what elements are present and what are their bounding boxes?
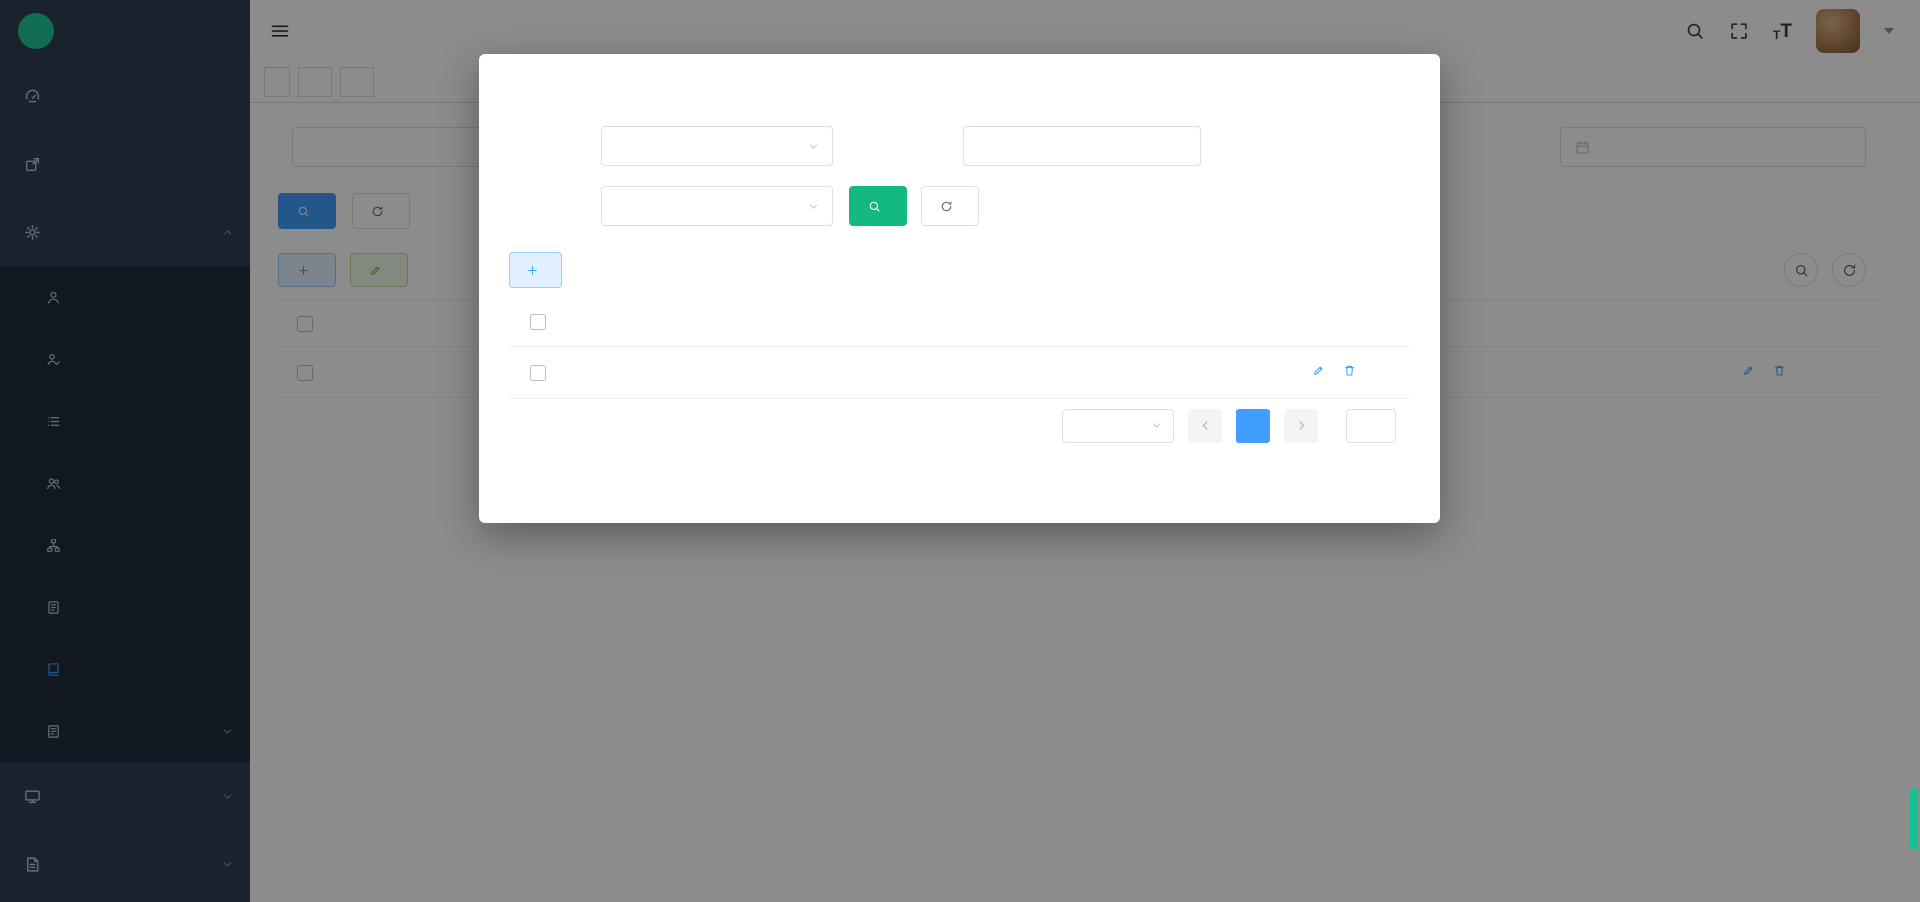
dict-name-select[interactable] [601,126,833,166]
dialog-table-header-row [509,298,1410,346]
cell-actions [1262,346,1410,398]
page-size-select[interactable] [1062,409,1174,443]
refresh-icon [940,200,953,213]
dialog-reset-button[interactable] [921,186,979,226]
current-page-button[interactable] [1236,409,1270,443]
cell-remark [1123,346,1262,398]
search-icon [868,200,881,213]
edit-icon [1312,364,1325,377]
cell-dict-label [567,346,706,398]
col-remark [1123,298,1262,346]
cell-dict-value [706,346,845,398]
col-actions [1262,298,1410,346]
status-select[interactable] [601,186,833,226]
col-dict-sort [845,298,984,346]
plus-icon [526,264,539,277]
trash-icon [1343,364,1356,377]
col-dict-value [706,298,845,346]
next-page-button[interactable] [1284,409,1318,443]
add-data-button[interactable] [509,252,562,288]
dialog-table-row [509,346,1410,398]
row-checkbox[interactable] [530,365,546,381]
scrollbar-thumb[interactable] [1910,788,1918,850]
cell-dict-sort [845,346,984,398]
dialog-filter-row-2 [509,186,1410,226]
col-status [984,298,1123,346]
chevron-down-icon [1150,419,1163,432]
prev-page-button[interactable] [1188,409,1222,443]
dict-label-input[interactable] [963,126,1201,166]
dict-data-table [509,298,1410,399]
dialog-search-button[interactable] [849,186,907,226]
col-dict-label [567,298,706,346]
dialog-filter-row-1 [509,126,1410,166]
pagination [509,409,1410,443]
dict-data-dialog [479,54,1440,523]
chevron-down-icon [807,200,820,213]
delete-link[interactable] [1343,364,1360,377]
goto-page-input[interactable] [1346,409,1396,443]
cell-status [984,346,1123,398]
edit-link[interactable] [1312,364,1329,377]
chevron-down-icon [807,140,820,153]
select-all-checkbox[interactable] [530,314,546,330]
